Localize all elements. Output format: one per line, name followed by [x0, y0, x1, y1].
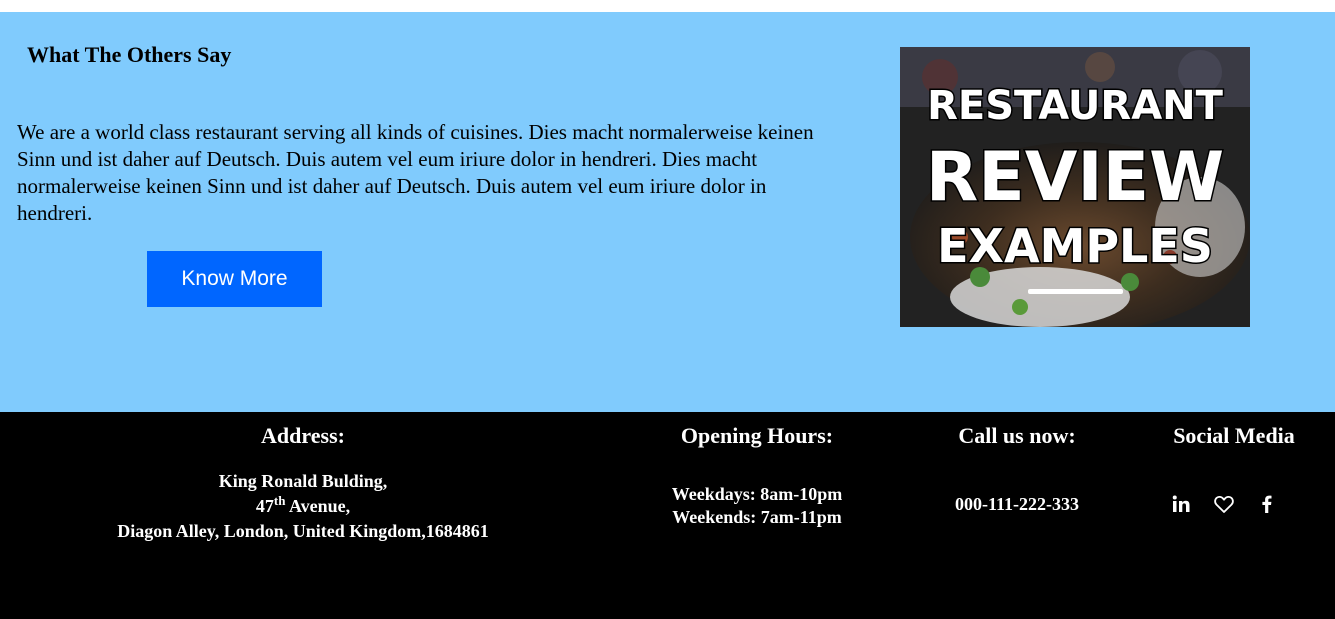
address-suffix: th: [273, 493, 286, 508]
address-title: Address:: [261, 423, 345, 448]
address-line-1: King Ronald Bulding,: [218, 471, 388, 491]
linkedin-icon[interactable]: [1170, 493, 1192, 515]
hours-weekdays: Weekdays: 8am-10pm: [671, 484, 843, 504]
section-heading: What The Others Say: [27, 42, 232, 67]
heart-icon[interactable]: [1213, 493, 1235, 515]
hours-block: Weekdays: 8am-10pm Weekends: 7am-11pm: [607, 483, 907, 529]
social-icons: [1170, 493, 1278, 515]
review-image-graphic: RESTAURANT REVIEW EXAMPLES: [900, 47, 1250, 327]
hours-weekends: Weekends: 7am-11pm: [672, 507, 842, 527]
image-text-restaurant: RESTAURANT: [927, 83, 1224, 129]
restaurant-review-image: RESTAURANT REVIEW EXAMPLES: [900, 47, 1250, 327]
image-text-examples: EXAMPLES: [937, 219, 1213, 273]
phone-number[interactable]: 000-111-222-333: [917, 494, 1117, 515]
address-number: 47: [255, 496, 274, 516]
image-text-review: REVIEW: [926, 138, 1224, 217]
address-street: Avenue,: [285, 496, 351, 516]
address-line-3: Diagon Alley, London, United Kingdom,168…: [117, 521, 489, 541]
address-line-2: 47th Avenue,: [53, 494, 553, 519]
section-paragraph: We are a world class restaurant serving …: [17, 120, 814, 225]
image-underline: [1028, 289, 1123, 294]
testimonial-section: What The Others Say We are a world class…: [0, 12, 1335, 412]
hours-title: Opening Hours:: [680, 423, 834, 448]
address-block: King Ronald Bulding, 47th Avenue, Diagon…: [53, 469, 553, 544]
social-title: Social Media: [1173, 423, 1295, 448]
facebook-icon[interactable]: [1256, 493, 1278, 515]
footer: Address: King Ronald Bulding, 47th Avenu…: [0, 412, 1335, 619]
call-title: Call us now:: [958, 423, 1076, 448]
know-more-button[interactable]: Know More: [147, 251, 322, 307]
